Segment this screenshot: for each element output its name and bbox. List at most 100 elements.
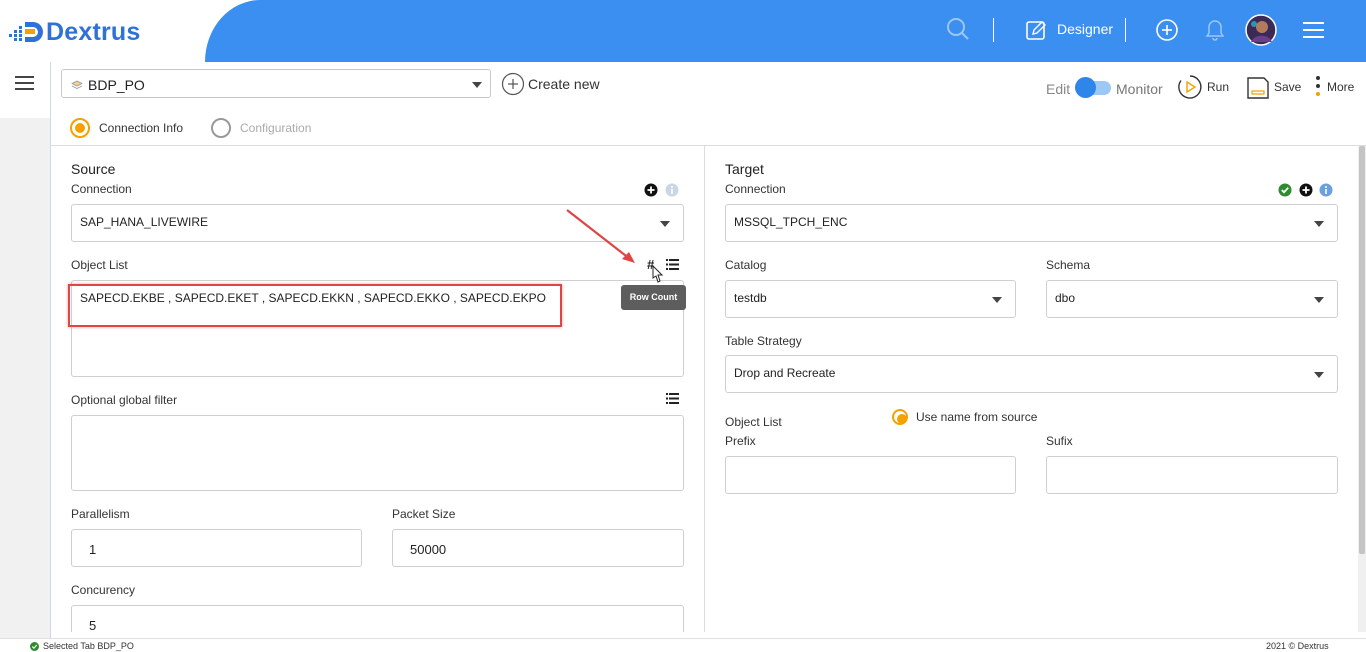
designer-icon[interactable] <box>1026 19 1048 41</box>
list-icon[interactable] <box>666 393 679 404</box>
divider <box>51 145 1366 146</box>
step-radio <box>211 118 231 138</box>
menu-icon[interactable] <box>1303 21 1325 39</box>
edit-monitor-toggle[interactable] <box>1075 77 1111 98</box>
status-bar: Selected Tab BDP_PO 2021 © Dextrus <box>0 638 1366 652</box>
header-banner <box>205 0 1366 62</box>
column-divider <box>704 146 705 632</box>
cursor-icon <box>652 265 664 283</box>
step-label: Configuration <box>240 121 312 135</box>
save-icon <box>1247 77 1269 99</box>
step-radio-selected <box>70 118 90 138</box>
parallelism-input[interactable]: 1 <box>71 529 362 567</box>
toggle-knob <box>1075 77 1096 98</box>
table-strategy-select[interactable]: Drop and Recreate <box>725 355 1338 393</box>
packet-size-value: 50000 <box>410 542 447 557</box>
chevron-down-icon <box>1314 297 1324 303</box>
concurrency-label: Concurency <box>71 583 136 597</box>
catalog-select[interactable]: testdb <box>725 280 1016 318</box>
parallelism-value: 1 <box>89 542 97 557</box>
create-new-label: Create new <box>528 76 600 92</box>
global-filter-textarea[interactable] <box>71 415 684 491</box>
target-connection-label: Connection <box>725 182 786 196</box>
info-icon[interactable] <box>665 183 679 197</box>
edit-mode-label[interactable]: Edit <box>1046 81 1070 97</box>
annotation-arrow <box>566 209 635 263</box>
sidebar-toggle-icon[interactable] <box>15 75 35 91</box>
more-label: More <box>1327 80 1355 94</box>
parallelism-label: Parallelism <box>71 507 130 521</box>
run-icon <box>1178 75 1202 99</box>
main-border <box>50 62 51 638</box>
logo-text: Dextrus <box>46 18 141 46</box>
annotation-highlight-box <box>68 284 562 327</box>
save-button[interactable]: Save <box>1246 74 1301 100</box>
add-connection-icon[interactable] <box>1299 183 1313 197</box>
chevron-down-icon <box>1314 372 1324 378</box>
packet-size-label: Packet Size <box>392 507 456 521</box>
use-name-label: Use name from source <box>916 410 1038 424</box>
chevron-down-icon <box>472 82 482 88</box>
list-icon[interactable] <box>666 259 679 270</box>
schema-value: dbo <box>1055 291 1076 305</box>
dextrus-logo-icon <box>9 22 43 42</box>
target-object-list-label: Object List <box>725 415 782 429</box>
sufix-label: Sufix <box>1046 434 1073 448</box>
add-circle-icon <box>501 72 525 96</box>
table-strategy-value: Drop and Recreate <box>734 366 836 380</box>
target-connection-select[interactable]: MSSQL_TPCH_ENC <box>725 204 1338 242</box>
concurrency-input[interactable]: 5 <box>71 605 684 633</box>
save-label: Save <box>1274 80 1302 94</box>
prefix-label: Prefix <box>725 434 756 448</box>
target-connection-value: MSSQL_TPCH_ENC <box>734 215 848 229</box>
monitor-mode-label[interactable]: Monitor <box>1116 81 1163 97</box>
layers-icon <box>71 80 83 89</box>
sufix-input[interactable] <box>1046 456 1338 494</box>
user-avatar[interactable] <box>1245 14 1277 46</box>
table-strategy-label: Table Strategy <box>725 334 802 348</box>
object-list-label: Object List <box>71 258 128 272</box>
radio-selected <box>892 409 908 425</box>
catalog-label: Catalog <box>725 258 767 272</box>
global-filter-label: Optional global filter <box>71 393 178 407</box>
scrollbar-thumb[interactable] <box>1359 146 1365 554</box>
designer-label[interactable]: Designer <box>1057 21 1113 37</box>
use-name-from-source-radio[interactable]: Use name from source <box>892 409 1037 425</box>
check-circle-icon <box>30 642 39 651</box>
chevron-down-icon <box>1314 221 1324 227</box>
tooltip-text: Row Count <box>629 292 678 302</box>
concurrency-value: 5 <box>89 618 97 633</box>
header-separator <box>993 18 994 42</box>
run-label: Run <box>1207 80 1230 94</box>
check-circle-icon <box>1278 183 1292 197</box>
step-configuration[interactable]: Configuration <box>211 118 311 138</box>
run-button[interactable]: Run <box>1177 74 1229 100</box>
project-name: BDP_PO <box>88 77 145 93</box>
bell-icon[interactable] <box>1204 18 1226 42</box>
add-circle-icon[interactable] <box>1155 18 1179 42</box>
info-icon[interactable] <box>1319 183 1333 197</box>
add-connection-icon[interactable] <box>644 183 658 197</box>
source-connection-value: SAP_HANA_LIVEWIRE <box>80 215 209 229</box>
copyright-text: 2021 © Dextrus <box>1266 641 1329 651</box>
source-connection-label: Connection <box>71 182 132 196</box>
header-separator <box>1125 18 1126 42</box>
more-vertical-icon <box>1316 76 1320 96</box>
prefix-input[interactable] <box>725 456 1016 494</box>
schema-select[interactable]: dbo <box>1046 280 1338 318</box>
app-header: Dextrus Designer <box>0 0 1366 62</box>
schema-label: Schema <box>1046 258 1091 272</box>
chevron-down-icon <box>660 221 670 227</box>
source-title: Source <box>71 161 116 177</box>
status-text: Selected Tab BDP_PO <box>43 641 134 651</box>
target-title: Target <box>725 161 764 177</box>
search-icon[interactable] <box>946 17 970 41</box>
more-button[interactable]: More <box>1313 74 1354 100</box>
step-connection-info[interactable]: Connection Info <box>70 118 183 138</box>
row-count-tooltip: Row Count <box>621 285 686 310</box>
chevron-down-icon <box>992 297 1002 303</box>
create-new-button[interactable]: Create new <box>501 72 600 96</box>
project-select[interactable]: BDP_PO <box>61 69 491 98</box>
sidebar-panel <box>0 118 50 638</box>
packet-size-input[interactable]: 50000 <box>392 529 684 567</box>
